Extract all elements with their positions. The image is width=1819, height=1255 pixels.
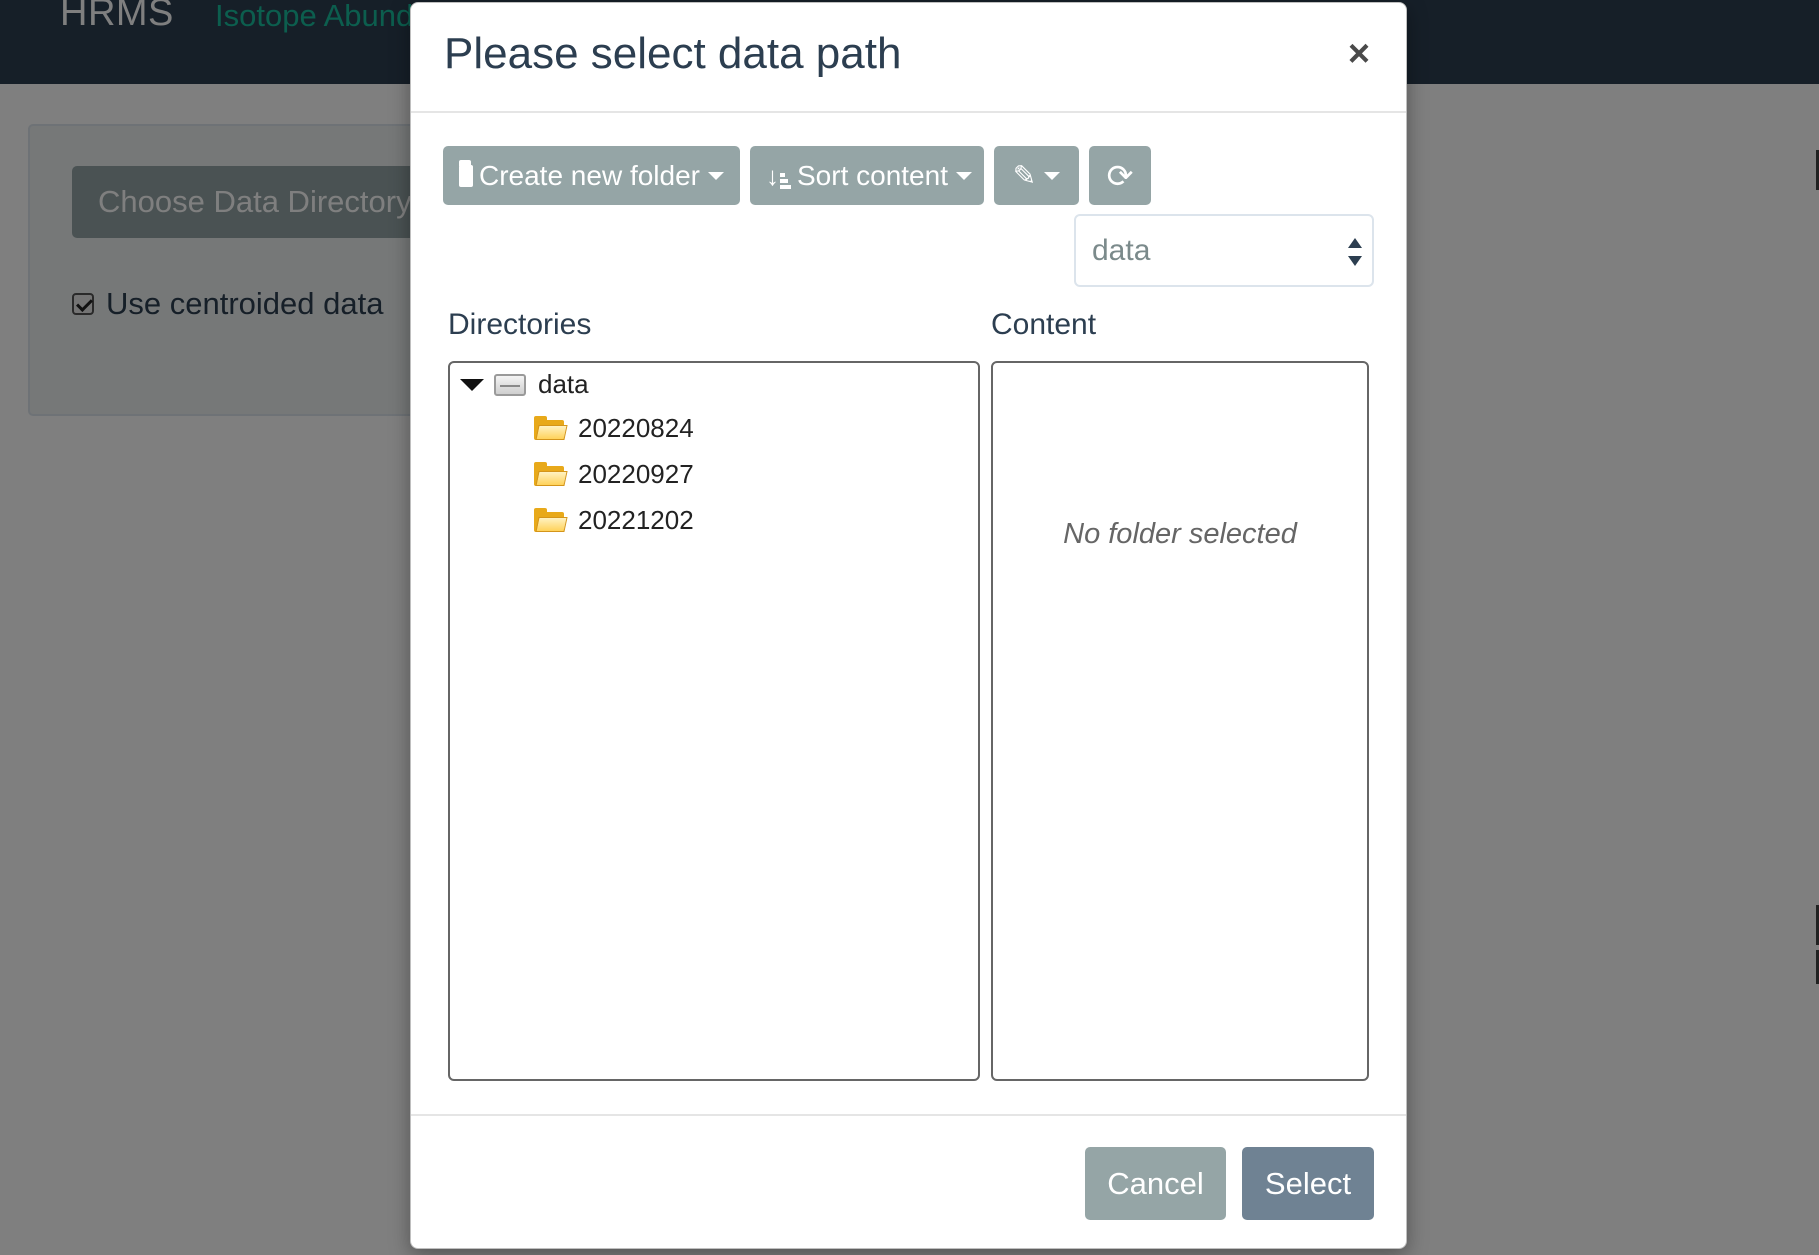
open-folder-icon [534,415,568,442]
content-heading: Content [991,308,1097,341]
cancel-button[interactable]: Cancel [1085,1147,1226,1220]
refresh-icon: ⟳ [1106,157,1134,194]
expand-triangle-icon[interactable] [460,378,484,391]
select-data-path-dialog: Please select data path × Create new fol… [410,2,1407,1249]
modal-footer-divider [411,1114,1406,1116]
refresh-button[interactable]: ⟳ [1089,146,1151,205]
volume-select-value: data [1092,234,1151,267]
tree-node-root[interactable]: data [460,369,589,400]
tree-node-label: 20220824 [578,413,694,443]
sort-amount-icon: ↓ [766,163,791,189]
pencil-icon: ✎ [1012,160,1037,191]
close-button[interactable]: × [1342,35,1376,73]
tree-node-label: 20221202 [578,505,694,535]
select-arrows-icon [1348,238,1362,266]
create-new-folder-button[interactable]: Create new folder [443,146,740,205]
modal-header: Please select data path × [411,3,1406,113]
folder-icon [459,159,473,187]
tree-node-label: 20220927 [578,459,694,489]
tree-node-folder[interactable]: 20220927 [534,459,694,490]
empty-content-message: No folder selected [1063,518,1297,550]
caret-down-icon [955,171,972,180]
volume-select[interactable]: data [1074,214,1374,287]
open-folder-icon [534,507,568,534]
create-folder-label: Create new folder [478,159,700,191]
caret-down-icon [708,171,724,180]
sort-content-label: Sort content [797,159,948,191]
modal-title: Please select data path [444,29,902,78]
directories-heading: Directories [448,308,592,341]
drive-icon [494,373,526,396]
select-button[interactable]: Select [1242,1147,1374,1220]
directory-tree: data 20220824 20220927 20221202 [448,361,980,1081]
tree-node-folder[interactable]: 20220824 [534,413,694,444]
file-toolbar: Create new folder ↓ Sort content ✎ ⟳ [443,146,1161,205]
rename-button[interactable]: ✎ [994,146,1079,205]
tree-node-label: data [538,369,589,399]
sort-content-button[interactable]: ↓ Sort content [750,146,984,205]
open-folder-icon [534,461,568,488]
content-list: No folder selected [991,361,1369,1081]
tree-node-folder[interactable]: 20221202 [534,505,694,536]
caret-down-icon [1044,171,1061,180]
